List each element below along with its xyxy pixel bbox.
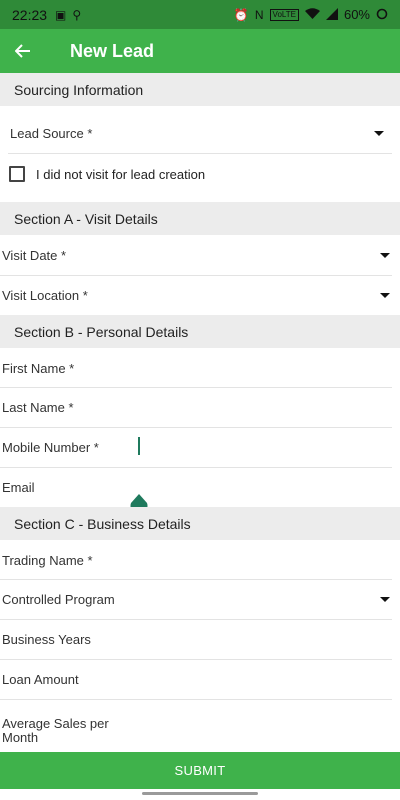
alarm-icon: ⏰ bbox=[233, 7, 249, 22]
controlled-program-label: Controlled Program bbox=[2, 591, 115, 607]
visit-location-dropdown[interactable]: Visit Location * bbox=[0, 275, 400, 315]
no-visit-checkbox-row[interactable]: I did not visit for lead creation bbox=[0, 159, 400, 189]
loan-amount-label: Loan Amount bbox=[2, 671, 79, 687]
divider bbox=[0, 699, 392, 700]
battery-percent: 60% bbox=[343, 7, 370, 22]
submit-button[interactable]: SUBMIT bbox=[0, 752, 400, 789]
first-name-label: First Name * bbox=[2, 360, 75, 376]
loan-amount-field[interactable]: Loan Amount bbox=[0, 659, 400, 699]
location-icon: ⚲ bbox=[72, 7, 82, 22]
battery-icon bbox=[376, 8, 388, 22]
visit-date-label: Visit Date * bbox=[2, 247, 67, 263]
status-time: 22:23 bbox=[12, 6, 48, 23]
status-bar: 22:23 ▣ ⚲ ⏰ N VoLTE 60% bbox=[0, 0, 400, 29]
last-name-field[interactable]: Last Name * bbox=[0, 387, 400, 427]
last-name-label: Last Name * bbox=[2, 399, 74, 415]
average-sales-field[interactable]: Average Sales per Month bbox=[0, 717, 400, 751]
wifi-icon bbox=[304, 7, 320, 22]
text-cursor bbox=[138, 437, 140, 455]
dropdown-arrow-icon bbox=[374, 130, 384, 136]
lead-source-label: Lead Source * bbox=[10, 125, 93, 141]
photo-icon: ▣ bbox=[55, 7, 67, 22]
average-sales-label: Average Sales per Month bbox=[0, 717, 109, 745]
controlled-program-dropdown[interactable]: Controlled Program bbox=[0, 579, 400, 619]
section-header-sourcing: Sourcing Information bbox=[0, 73, 400, 106]
volte-icon: VoLTE bbox=[269, 8, 299, 21]
app-bar: New Lead bbox=[0, 29, 400, 73]
section-header-visit-details: Section A - Visit Details bbox=[0, 202, 400, 235]
business-years-label: Business Years bbox=[2, 631, 91, 647]
trading-name-field[interactable]: Trading Name * bbox=[0, 540, 400, 580]
visit-date-dropdown[interactable]: Visit Date * bbox=[0, 235, 400, 275]
dropdown-arrow-icon bbox=[380, 596, 390, 602]
first-name-field[interactable]: First Name * bbox=[0, 348, 400, 388]
lead-source-dropdown[interactable]: Lead Source * bbox=[0, 113, 400, 153]
email-field[interactable]: Email bbox=[0, 467, 400, 507]
visit-location-label: Visit Location * bbox=[2, 287, 88, 303]
trading-name-label: Trading Name * bbox=[2, 552, 93, 568]
signal-icon bbox=[325, 7, 338, 22]
dropdown-arrow-icon bbox=[380, 292, 390, 298]
no-visit-checkbox-label: I did not visit for lead creation bbox=[36, 166, 206, 182]
divider bbox=[8, 153, 392, 154]
no-visit-checkbox[interactable] bbox=[9, 166, 25, 182]
mobile-number-field[interactable]: Mobile Number * bbox=[0, 427, 400, 467]
page-title: New Lead bbox=[70, 40, 155, 61]
arrow-left-icon bbox=[15, 44, 30, 58]
section-header-personal-details: Section B - Personal Details bbox=[0, 315, 400, 348]
home-gesture-pill[interactable] bbox=[142, 792, 258, 795]
back-button[interactable] bbox=[0, 29, 46, 73]
business-years-field[interactable]: Business Years bbox=[0, 619, 400, 659]
dropdown-arrow-icon bbox=[380, 252, 390, 258]
nfc-icon: N bbox=[254, 7, 264, 22]
average-sales-label-line2: Month bbox=[2, 730, 39, 745]
average-sales-label-line1: Average Sales per bbox=[2, 716, 109, 731]
email-label: Email bbox=[2, 479, 35, 495]
section-header-business-details: Section C - Business Details bbox=[0, 507, 400, 540]
mobile-number-label: Mobile Number * bbox=[2, 439, 99, 455]
